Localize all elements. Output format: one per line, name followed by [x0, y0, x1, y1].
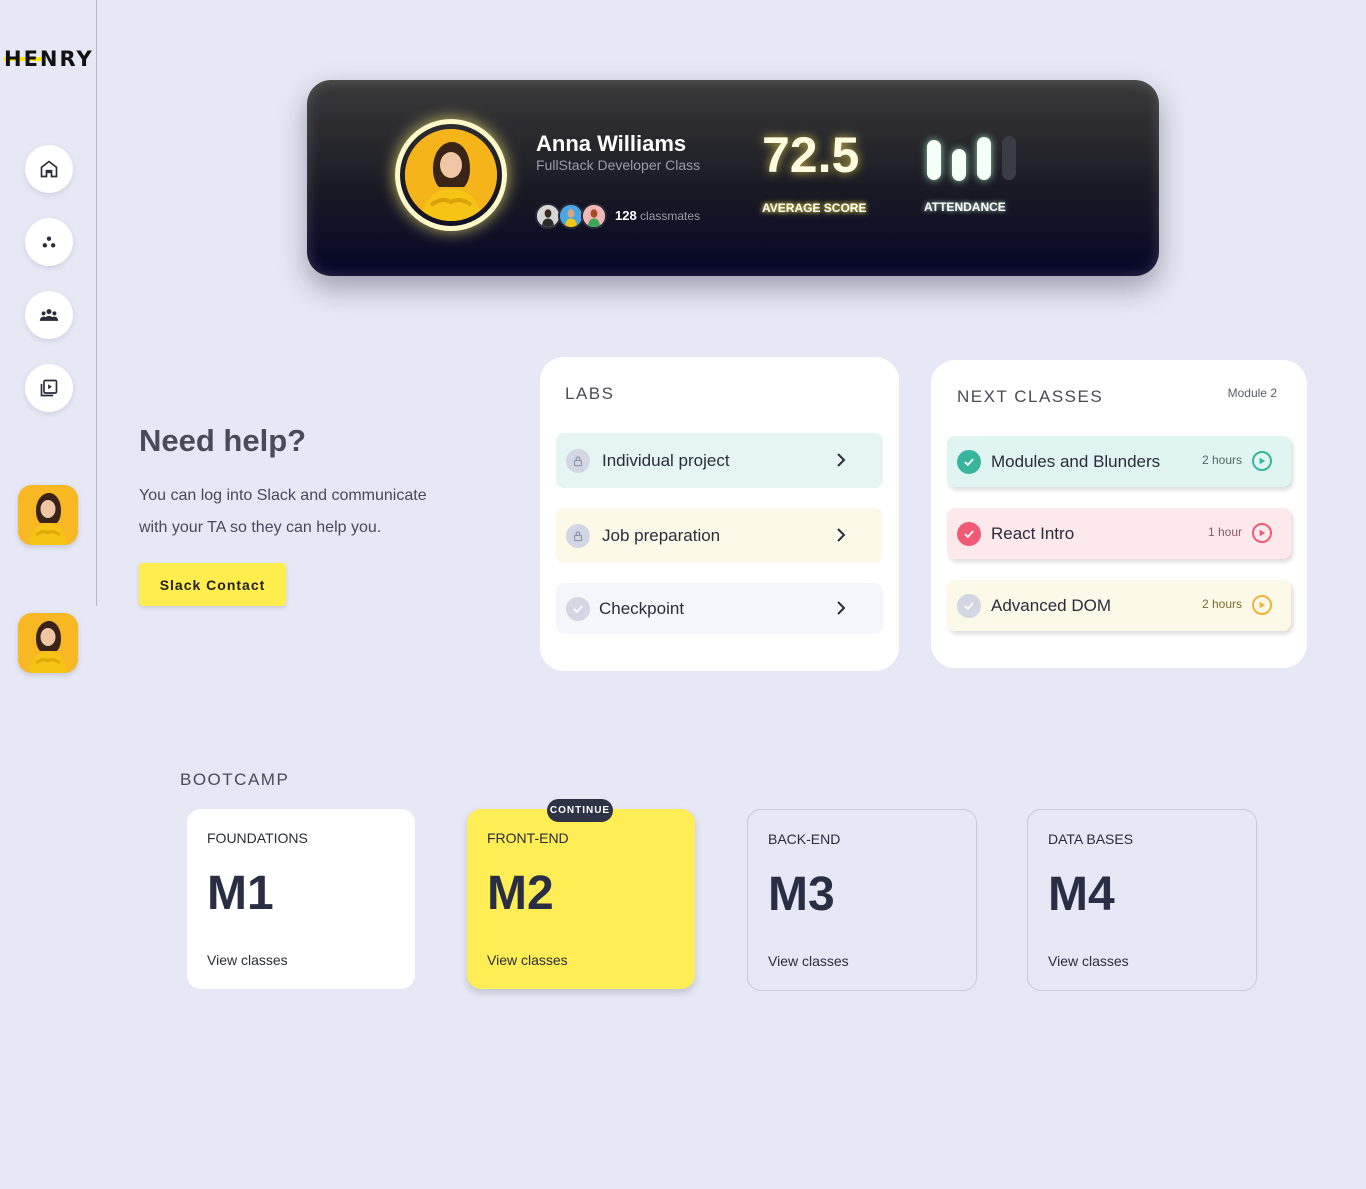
module-code: M2: [487, 867, 554, 920]
continue-badge[interactable]: CONTINUE: [547, 799, 613, 822]
user-avatar-secondary[interactable]: [18, 613, 78, 673]
nav-people-button[interactable]: [25, 291, 73, 339]
lab-item[interactable]: Job preparation: [556, 508, 883, 563]
attendance-bar: [952, 149, 966, 181]
student-name: Anna Williams: [536, 131, 687, 156]
average-score-value: 72.5: [762, 127, 860, 183]
view-classes-link[interactable]: View classes: [487, 952, 568, 968]
help-title: Need help?: [139, 423, 307, 458]
module-card-m1[interactable]: FOUNDATIONS M1 View classes: [187, 809, 415, 989]
labs-title: LABS: [565, 384, 615, 403]
classmates-avatars[interactable]: [535, 203, 615, 229]
class-item[interactable]: React Intro 1 hour: [947, 508, 1291, 559]
chevron-right-icon: [837, 601, 846, 615]
play-icon[interactable]: [1252, 451, 1272, 471]
module-tag: Module 2: [1227, 386, 1277, 400]
view-classes-link[interactable]: View classes: [207, 952, 288, 968]
module-code: M1: [207, 867, 274, 920]
play-icon[interactable]: [1252, 523, 1272, 543]
chevron-right-icon: [837, 528, 846, 542]
class-item[interactable]: Modules and Blunders 2 hours: [947, 436, 1291, 487]
module-code: M3: [768, 868, 835, 921]
class-duration: 1 hour: [1207, 525, 1242, 539]
video-library-icon: [40, 379, 58, 397]
class-item[interactable]: Advanced DOM 2 hours: [947, 580, 1291, 631]
home-icon: [40, 160, 58, 178]
module-category: BACK-END: [768, 831, 841, 847]
class-duration: 2 hours: [1201, 597, 1242, 611]
lock-icon: [566, 523, 590, 548]
henry-logo[interactable]: HENRY: [4, 47, 94, 71]
view-classes-link[interactable]: View classes: [1048, 953, 1129, 969]
next-classes-title: NEXT CLASSES: [957, 387, 1104, 406]
person-photo-icon: [18, 485, 78, 545]
check-circle-icon: [957, 521, 981, 546]
person-photo-icon: [18, 613, 78, 673]
module-card-m4[interactable]: DATA BASES M4 View classes: [1027, 809, 1257, 991]
sidebar-divider: [96, 0, 97, 606]
dots-icon: [42, 236, 56, 248]
module-code: M4: [1048, 868, 1115, 921]
module-card-m2[interactable]: FRONT-END M2 View classes: [467, 809, 695, 989]
class-label: React Intro: [991, 523, 1075, 543]
person-photo-icon: [405, 129, 497, 221]
lab-item[interactable]: Checkpoint: [556, 583, 883, 634]
nav-videos-button[interactable]: [25, 364, 73, 412]
class-label: Modules and Blunders: [991, 451, 1161, 471]
view-classes-link[interactable]: View classes: [768, 953, 849, 969]
module-category: FOUNDATIONS: [207, 830, 308, 846]
help-text: You can log into Slack and communicate w…: [139, 487, 427, 536]
lock-icon: [566, 448, 590, 473]
attendance-bar: [1002, 136, 1016, 180]
next-classes-panel: NEXT CLASSES Module 2 Modules and Blunde…: [931, 360, 1307, 668]
lab-label: Job preparation: [602, 525, 721, 545]
nav-home-button[interactable]: [25, 145, 73, 193]
class-label: Advanced DOM: [991, 595, 1111, 615]
lab-label: Checkpoint: [599, 598, 685, 618]
slack-contact-button[interactable]: Slack Contact: [139, 563, 286, 606]
attendance-label: ATTENDANCE: [924, 200, 1006, 214]
labs-panel: LABS Individual project Job preparation …: [540, 357, 899, 671]
chevron-right-icon: [837, 453, 846, 467]
classmates-count: 128 classmates: [615, 208, 701, 223]
module-card-m3[interactable]: BACK-END M3 View classes: [747, 809, 977, 991]
play-icon[interactable]: [1252, 595, 1272, 615]
group-icon: [39, 309, 59, 321]
check-icon: [566, 596, 590, 621]
check-circle-icon: [957, 449, 981, 474]
attendance-bar: [927, 140, 941, 180]
nav-cohort-button[interactable]: [25, 218, 73, 266]
attendance-bar: [977, 137, 991, 180]
lab-item[interactable]: Individual project: [556, 433, 883, 488]
average-score-label: AVERAGE SCORE: [762, 201, 867, 215]
student-class: FullStack Developer Class: [536, 157, 701, 173]
user-avatar[interactable]: [18, 485, 78, 545]
profile-avatar[interactable]: [395, 119, 507, 231]
module-category: FRONT-END: [487, 830, 569, 846]
module-category: DATA BASES: [1048, 831, 1134, 847]
check-circle-icon: [957, 593, 981, 618]
bootcamp-title: BOOTCAMP: [180, 770, 290, 789]
class-duration: 2 hours: [1201, 453, 1242, 467]
lab-label: Individual project: [602, 450, 730, 470]
classmate-avatar: [581, 203, 607, 229]
